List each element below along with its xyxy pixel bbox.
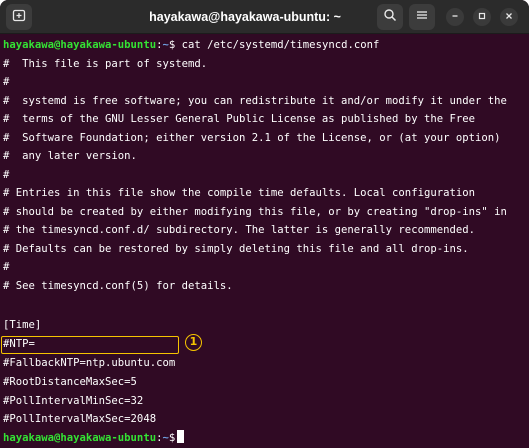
scrollbar[interactable] — [523, 36, 529, 448]
output-line: # — [3, 261, 10, 273]
maximize-icon — [477, 8, 487, 26]
hamburger-menu-icon — [416, 8, 428, 26]
text-cursor — [177, 429, 185, 443]
output-line: #FallbackNTP=ntp.ubuntu.com — [3, 357, 176, 369]
output-line: #PollIntervalMinSec=32 — [3, 394, 144, 407]
output-line: # systemd is free software; you can redi… — [3, 94, 507, 107]
output-line: # should be created by either modifying … — [3, 205, 507, 218]
command-text: cat /etc/systemd/timesyncd.conf — [175, 39, 380, 51]
prompt-user-host: hayakawa@hayakawa-ubuntu — [3, 39, 157, 51]
search-icon — [383, 8, 397, 27]
output-line: [Time] — [3, 319, 42, 331]
output-line: # the timesyncd.conf.d/ subdirectory. Th… — [3, 224, 475, 236]
prompt-user-host: hayakawa@hayakawa-ubuntu — [3, 431, 157, 444]
output-line: # See timesyncd.conf(5) for details. — [3, 279, 233, 292]
terminal-window: hayakawa@hayakawa-ubuntu: ~ hayakawa@hay… — [0, 0, 529, 448]
close-icon — [504, 8, 514, 26]
output-line: # Software Foundation; either version 2.… — [3, 131, 501, 144]
prompt-symbol: $ — [168, 431, 176, 444]
minimize-icon — [450, 8, 460, 26]
output-line: #PollIntervalMaxSec=2048 — [3, 413, 157, 425]
annotation-callout: 1 — [185, 334, 202, 351]
command-line: hayakawa@hayakawa-ubuntu:~$ cat /etc/sys… — [3, 36, 379, 55]
new-tab-button[interactable] — [6, 4, 32, 30]
menu-button[interactable] — [409, 4, 435, 30]
terminal-output[interactable]: hayakawa@hayakawa-ubuntu:~$ cat /etc/sys… — [0, 36, 529, 448]
title-bar: hayakawa@hayakawa-ubuntu: ~ — [0, 0, 529, 34]
search-button[interactable] — [377, 4, 403, 30]
highlight-box — [1, 336, 179, 354]
minimize-button[interactable] — [446, 8, 464, 26]
output-line: #RootDistanceMaxSec=5 — [3, 376, 137, 388]
output-line: # This file is part of systemd. — [3, 57, 208, 70]
close-button[interactable] — [500, 8, 518, 26]
output-line: # any later version. — [3, 150, 137, 162]
output-line: # Defaults can be restored by simply del… — [3, 242, 469, 255]
output-line: # Entries in this file show the compile … — [3, 187, 475, 199]
output-line: # — [3, 76, 10, 88]
final-prompt-line: hayakawa@hayakawa-ubuntu:~$ — [3, 429, 185, 448]
output-line: # terms of the GNU Lesser General Public… — [3, 113, 475, 125]
maximize-button[interactable] — [473, 8, 491, 26]
output-line: # — [3, 168, 10, 181]
window-title: hayakawa@hayakawa-ubuntu: ~ — [149, 10, 341, 24]
new-tab-icon — [12, 8, 26, 27]
